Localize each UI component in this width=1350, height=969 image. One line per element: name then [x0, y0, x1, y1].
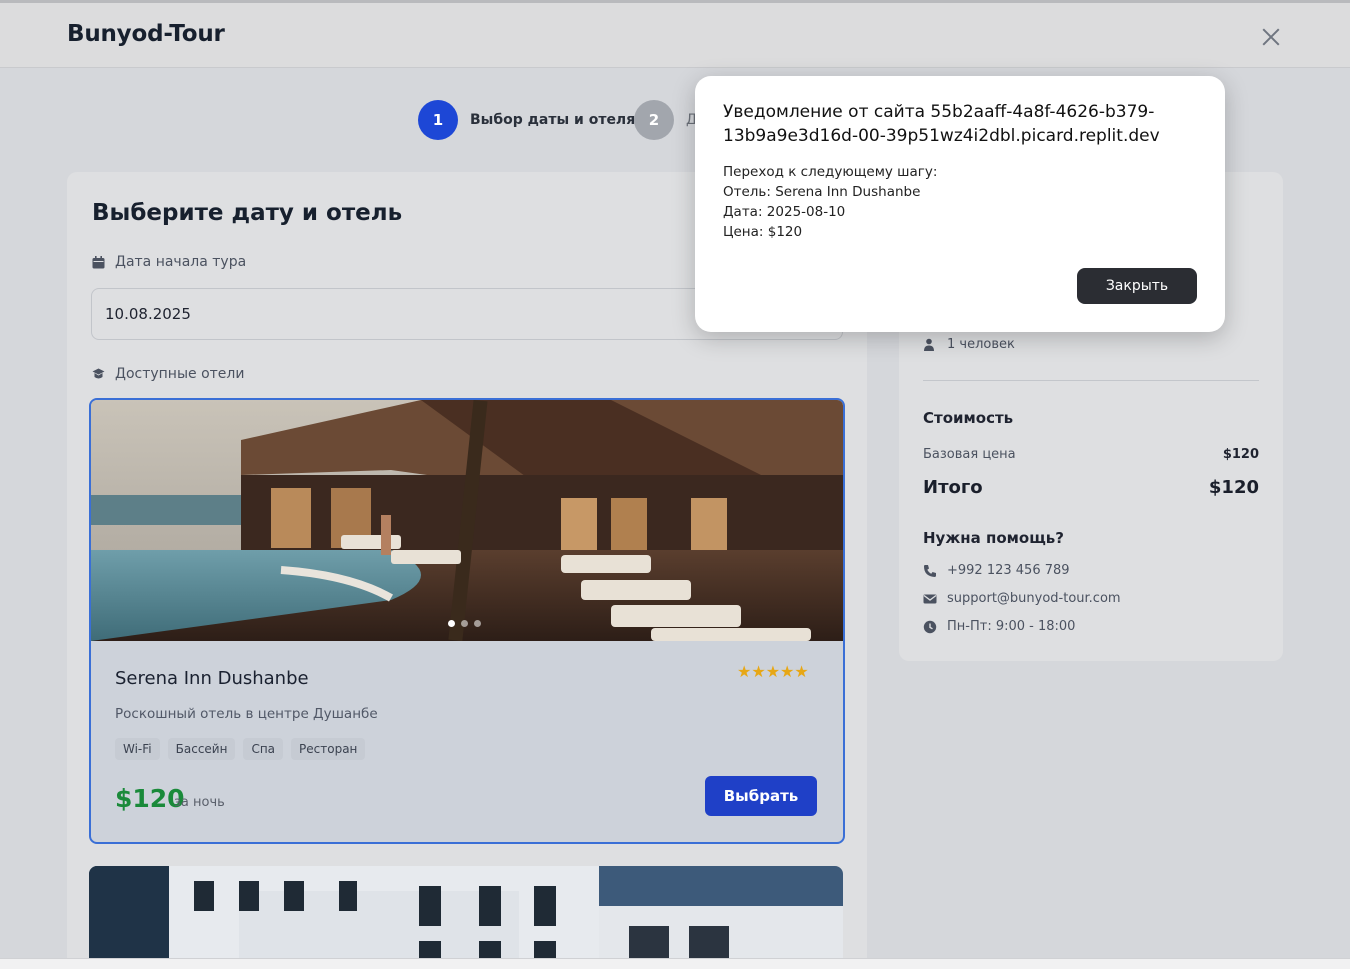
- dialog-close-button[interactable]: Закрыть: [1077, 268, 1197, 304]
- step-2: 2 Д: [634, 100, 697, 140]
- carousel-dot[interactable]: [474, 620, 481, 627]
- base-price-row: Базовая цена $120: [923, 447, 1259, 462]
- dialog-message: Переход к следующему шагу: Отель: Serena…: [723, 162, 937, 242]
- dialog-title: Уведомление от сайта 55b2aaff-4a8f-4626-…: [723, 102, 1160, 146]
- hotel-card-second[interactable]: [89, 866, 843, 969]
- summary-divider: [923, 380, 1259, 381]
- base-price-value: $120: [1222, 447, 1259, 462]
- step-1: 1 Выбор даты и отеля: [418, 100, 635, 140]
- people-count-text: 1 человек: [947, 337, 1015, 352]
- site-notification-dialog: Уведомление от сайта 55b2aaff-4a8f-4626-…: [695, 76, 1225, 332]
- envelope-icon: [923, 594, 937, 603]
- phone-icon: [924, 564, 936, 577]
- people-count: 1 человек: [923, 337, 1015, 352]
- hotel-amenities: Wi-Fi Бассейн Спа Ресторан: [115, 738, 366, 760]
- calendar-icon: [92, 255, 105, 268]
- carousel-dot[interactable]: [461, 620, 468, 627]
- total-row: Итого $120: [923, 477, 1259, 498]
- amenity-tag: Спа: [243, 738, 284, 760]
- amenity-tag: Ресторан: [291, 738, 366, 760]
- base-price-label: Базовая цена: [923, 447, 1016, 462]
- total-value: $120: [1208, 477, 1259, 498]
- hotel-rating-stars: ★★★★★: [737, 662, 809, 681]
- clock-icon: [923, 620, 937, 633]
- choose-hotel-button[interactable]: Выбрать: [705, 776, 817, 816]
- hotel-name: Serena Inn Dushanbe: [115, 668, 309, 689]
- total-label: Итого: [923, 477, 983, 498]
- amenity-tag: Wi-Fi: [115, 738, 160, 760]
- carousel-dots: [448, 620, 481, 627]
- step-1-number: 1: [418, 100, 458, 140]
- user-icon: [924, 338, 934, 351]
- amenity-tag: Бассейн: [167, 738, 236, 760]
- contact-email-text: support@bunyod-tour.com: [947, 591, 1121, 606]
- hotel-photo: [89, 866, 843, 969]
- dialog-line: Дата: 2025-08-10: [723, 204, 846, 220]
- help-title: Нужна помощь?: [923, 529, 1064, 547]
- hotel-card-serena[interactable]: Serena Inn Dushanbe ★★★★★ Роскошный отел…: [89, 398, 845, 844]
- step-2-number: 2: [634, 100, 674, 140]
- hotel-icon: [92, 368, 105, 378]
- cost-title: Стоимость: [923, 409, 1014, 427]
- contact-phone-text: +992 123 456 789: [947, 563, 1070, 578]
- step-1-label: Выбор даты и отеля: [470, 112, 636, 128]
- contact-hours: Пн-Пт: 9:00 - 18:00: [923, 619, 1075, 634]
- price-unit: за ночь: [174, 795, 225, 810]
- contact-email[interactable]: support@bunyod-tour.com: [923, 591, 1121, 606]
- contact-phone[interactable]: +992 123 456 789: [923, 563, 1070, 578]
- hotels-label: Доступные отели: [92, 366, 244, 382]
- brand-title: Bunyod-Tour: [67, 21, 225, 47]
- contact-hours-text: Пн-Пт: 9:00 - 18:00: [947, 619, 1076, 634]
- close-icon[interactable]: [1259, 25, 1283, 49]
- carousel-dot[interactable]: [448, 620, 455, 627]
- hotel-description: Роскошный отель в центре Душанбе: [115, 706, 378, 722]
- bottom-strip: [0, 958, 1350, 969]
- dialog-line: Отель: Serena Inn Dushanbe: [723, 184, 921, 200]
- date-label: Дата начала тура: [92, 254, 246, 270]
- dialog-line: Переход к следующему шагу:: [723, 164, 938, 180]
- top-bar: Bunyod-Tour: [0, 0, 1350, 68]
- hotels-label-text: Доступные отели: [115, 366, 245, 382]
- dialog-line: Цена: $120: [723, 224, 803, 240]
- page-title: Выберите дату и отель: [92, 200, 403, 226]
- date-label-text: Дата начала тура: [115, 254, 247, 270]
- hotel-photo: [91, 400, 843, 641]
